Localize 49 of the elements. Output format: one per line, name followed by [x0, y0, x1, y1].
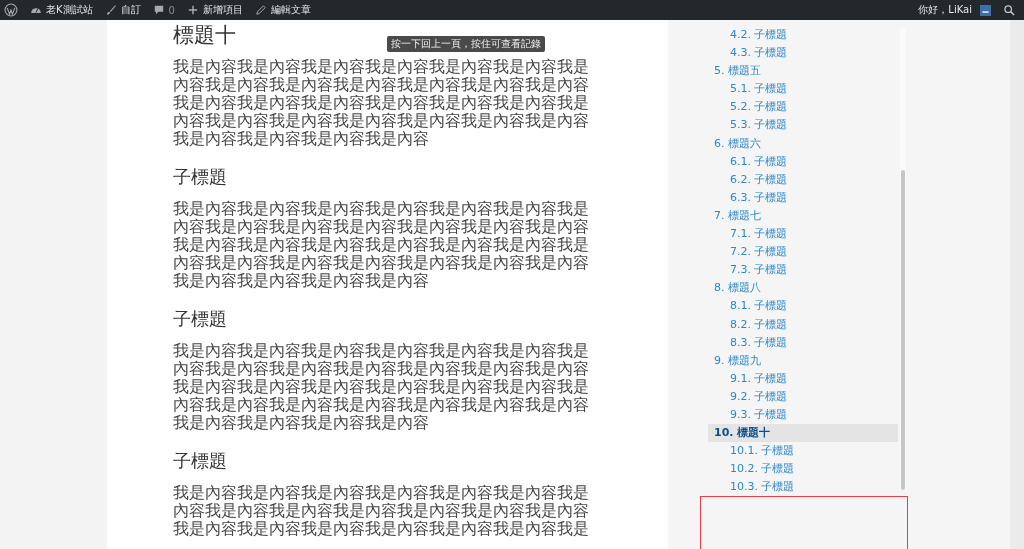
toc-link[interactable]: 9. 標題九 [708, 351, 898, 370]
plus-icon [186, 4, 199, 16]
toc-link[interactable]: 5.3. 子標題 [708, 116, 788, 135]
toc-link[interactable]: 10.2. 子標題 [708, 460, 795, 479]
toc-link[interactable]: 10.1. 子標題 [708, 442, 795, 461]
toc-link[interactable]: 5. 標題五 [708, 62, 898, 81]
search-icon[interactable] [1003, 3, 1016, 17]
toc-link[interactable]: 10.3. 子標題 [708, 478, 795, 497]
pencil-icon [254, 4, 267, 16]
toc-link[interactable]: 6. 標題六 [708, 134, 898, 153]
toc-link[interactable]: 8.3. 子標題 [708, 333, 788, 352]
wordpress-logo-icon[interactable] [4, 3, 18, 17]
paragraph: 我是內容我是內容我是內容我是內容我是內容我是內容我是內容我是內容我是內容我是內容我是內容我是內容我是內容我是內容我是內容我是內容我是內容我是內容我是內容我是內容我是內容我是內容我是內容我是內容我是內容我是內容我是內容我是內容我是內容我是內容 [173, 342, 590, 432]
toc-link[interactable]: 4.2. 子標題 [708, 26, 788, 45]
paragraph: 我是內容我是內容我是內容我是內容我是內容我是內容我是內容我是內容我是內容我是內容我是內容我是內容我是內容我是內容我是內容我是內容我是內容我是內容我是內容我是內容我是內容我是內容我是內容我是內容我是內容我是內容我是內容我是內容我是內容我是內容 [173, 58, 590, 148]
site-name-link[interactable]: 老K測試站 [30, 3, 93, 17]
toc-link[interactable]: 7.1. 子標題 [708, 225, 788, 244]
toc-link[interactable]: 10. 標題十 [708, 424, 898, 443]
account-link[interactable]: 你好，LiKai [918, 3, 991, 17]
tooltip: 按一下回上一頁，按住可查看記錄 [387, 36, 545, 52]
toc-link[interactable]: 8.1. 子標題 [708, 297, 788, 316]
toc-link[interactable]: 8.2. 子標題 [708, 315, 788, 334]
section-heading: 標題十 [173, 22, 236, 48]
scrollbar-thumb[interactable] [901, 170, 905, 490]
toc-link[interactable]: 4.3. 子標題 [708, 44, 788, 63]
avatar-icon [980, 4, 991, 16]
toc-link[interactable]: 5.1. 子標題 [708, 80, 788, 99]
subheading: 子標題 [173, 307, 227, 331]
toc-link[interactable]: 5.2. 子標題 [708, 98, 788, 117]
customize-link[interactable]: 自訂 [104, 3, 141, 17]
subheading: 子標題 [173, 449, 227, 473]
toc-link[interactable]: 6.1. 子標題 [708, 152, 788, 171]
paragraph: 我是內容我是內容我是內容我是內容我是內容我是內容我是內容我是內容我是內容我是內容我是內容我是內容我是內容我是內容我是內容我是內容我是內容我是內容我是內容我是 [173, 484, 590, 538]
toc-link[interactable]: 7. 標題七 [708, 206, 898, 226]
edit-post-link[interactable]: 編輯文章 [254, 3, 311, 17]
paragraph: 我是內容我是內容我是內容我是內容我是內容我是內容我是內容我是內容我是內容我是內容我是內容我是內容我是內容我是內容我是內容我是內容我是內容我是內容我是內容我是內容我是內容我是內容我是內容我是內容我是內容我是內容我是內容我是內容我是內容我是內容 [173, 200, 590, 290]
toc-link[interactable]: 9.1. 子標題 [708, 369, 788, 388]
toc-link[interactable]: 9.2. 子標題 [708, 387, 788, 406]
comments-link[interactable]: 0 [152, 4, 175, 16]
toc-link[interactable]: 6.3. 子標題 [708, 188, 788, 207]
toc-link[interactable]: 9.3. 子標題 [708, 405, 788, 425]
subheading: 子標題 [173, 165, 227, 189]
toc-link[interactable]: 6.2. 子標題 [708, 170, 788, 189]
brush-icon [104, 4, 117, 16]
toc-link[interactable]: 8. 標題八 [708, 279, 898, 298]
toc-link[interactable]: 7.3. 子標題 [708, 261, 788, 280]
comment-icon [152, 4, 165, 16]
toc-link[interactable]: 7.2. 子標題 [708, 243, 788, 262]
new-item-link[interactable]: 新增項目 [186, 3, 243, 17]
